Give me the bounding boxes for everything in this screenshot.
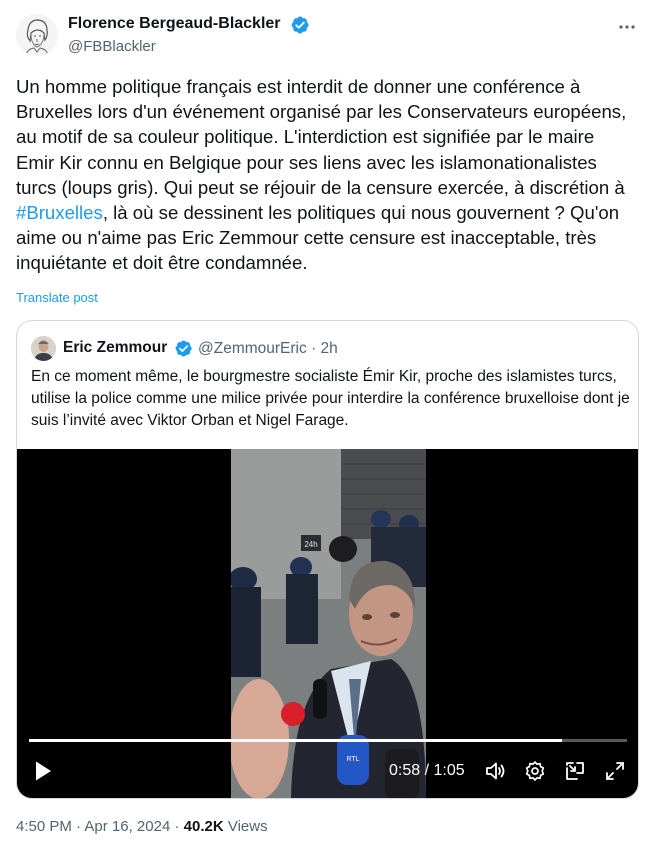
translate-post-link[interactable]: Translate post (16, 290, 98, 305)
video-progress-fill (29, 739, 563, 742)
quote-author-name[interactable]: Eric Zemmour (63, 339, 167, 357)
author-name[interactable]: Florence Bergeaud-Blackler (68, 15, 281, 33)
author-avatar[interactable] (16, 14, 58, 56)
quote-text: En ce moment même, le bourgmestre social… (31, 368, 630, 429)
quote-time[interactable]: 2h (321, 340, 338, 357)
verified-badge-icon[interactable] (174, 339, 193, 358)
frame-sign-text: 24h (304, 540, 317, 549)
separator-dot: · (76, 818, 82, 835)
video-current-time: 0:58 (389, 762, 421, 779)
time-separator: / (424, 762, 430, 779)
post-meta: 4:50 PM · Apr 16, 2024 · 40.2K Views (16, 818, 268, 835)
video-time: 0:58 / 1:05 (389, 762, 465, 780)
views-label: Views (227, 818, 268, 835)
separator-dot: · (174, 818, 180, 835)
video-progress-bar[interactable] (29, 739, 627, 742)
volume-icon[interactable] (483, 759, 507, 783)
verified-badge-icon[interactable] (290, 15, 310, 35)
quote-author-handle[interactable]: @ZemmourEric (198, 340, 307, 357)
post-time[interactable]: 4:50 PM (16, 818, 72, 835)
quote-author-meta: @ZemmourEric · 2h (198, 340, 338, 358)
separator-dot: · (311, 340, 317, 357)
post-text-part: , là où se dessinent les politiques qui … (16, 202, 620, 274)
play-icon[interactable] (31, 759, 55, 783)
post-text-part: Un homme politique français est interdit… (16, 76, 627, 198)
fullscreen-icon[interactable] (603, 759, 627, 783)
post: Florence Bergeaud-Blackler @FBBlackler U… (0, 0, 650, 847)
hashtag-link[interactable]: #Bruxelles (16, 202, 103, 223)
video-frame: 24h RTL (231, 449, 426, 798)
frame-mic-text: RTL (346, 756, 359, 763)
quoted-post[interactable]: Eric Zemmour @ZemmourEric · 2h En ce mom… (16, 320, 639, 799)
post-text: Un homme politique français est interdit… (16, 74, 631, 276)
post-date[interactable]: Apr 16, 2024 (84, 818, 170, 835)
more-icon[interactable] (614, 14, 640, 40)
settings-icon[interactable] (523, 759, 547, 783)
quote-author-avatar[interactable] (31, 336, 56, 361)
author-handle[interactable]: @FBBlackler (68, 38, 156, 55)
video-player[interactable]: 24h RTL 0:58 / 1:05 (17, 449, 638, 798)
pip-icon[interactable] (563, 759, 587, 783)
views-count[interactable]: 40.2K (184, 818, 224, 835)
video-duration: 1:05 (433, 762, 465, 779)
